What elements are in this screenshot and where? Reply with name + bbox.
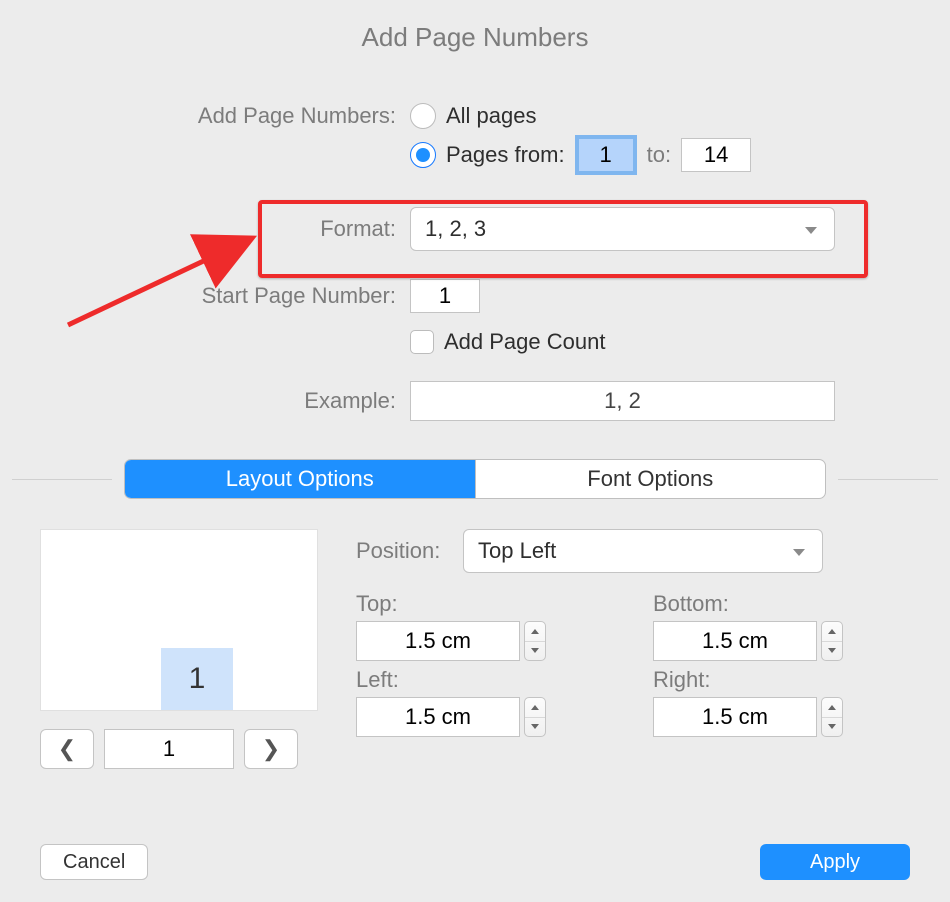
row-add-page-count: Add Page Count xyxy=(0,329,950,355)
stepper-margin-left[interactable] xyxy=(524,697,546,737)
row-scope-pagesfrom: Pages from: to: xyxy=(0,135,950,175)
checkbox-add-page-count[interactable] xyxy=(410,330,434,354)
label-left: Left: xyxy=(356,667,613,693)
chevron-right-icon: ❯ xyxy=(262,736,280,762)
next-page-button[interactable]: ❯ xyxy=(244,729,298,769)
label-start-page: Start Page Number: xyxy=(0,283,410,309)
chevron-left-icon: ❮ xyxy=(58,736,76,762)
input-margin-top[interactable] xyxy=(356,621,520,661)
label-add-page-numbers: Add Page Numbers: xyxy=(0,103,410,129)
label-bottom: Bottom: xyxy=(653,591,910,617)
input-margin-right[interactable] xyxy=(653,697,817,737)
tabs-divider: Layout Options Font Options xyxy=(0,459,950,499)
label-example: Example: xyxy=(0,388,410,414)
stepper-margin-right[interactable] xyxy=(821,697,843,737)
select-position-value: Top Left xyxy=(478,538,556,564)
margin-top-group: Top: xyxy=(356,591,613,661)
preview-page-input[interactable] xyxy=(104,729,234,769)
stepper-margin-bottom[interactable] xyxy=(821,621,843,661)
chevron-down-icon xyxy=(790,542,808,560)
apply-button[interactable]: Apply xyxy=(760,844,910,880)
row-start-page: Start Page Number: xyxy=(0,279,950,313)
label-format: Format: xyxy=(0,216,410,242)
tab-layout-options[interactable]: Layout Options xyxy=(125,460,475,498)
dialog-title: Add Page Numbers xyxy=(0,0,950,53)
prev-page-button[interactable]: ❮ xyxy=(40,729,94,769)
input-margin-bottom[interactable] xyxy=(653,621,817,661)
radio-pages-from[interactable] xyxy=(410,142,436,168)
stepper-margin-top[interactable] xyxy=(524,621,546,661)
row-scope-allpages: Add Page Numbers: All pages xyxy=(0,103,950,129)
segmented-options: Layout Options Font Options xyxy=(124,459,826,499)
label-add-page-count: Add Page Count xyxy=(444,329,605,355)
label-pages-from: Pages from: xyxy=(446,142,565,168)
row-format: Format: 1, 2, 3 xyxy=(0,207,950,251)
radio-all-pages[interactable] xyxy=(410,103,436,129)
button-row: Cancel Apply xyxy=(0,844,950,880)
label-position: Position: xyxy=(356,538,451,564)
margin-bottom-group: Bottom: xyxy=(653,591,910,661)
select-format-value: 1, 2, 3 xyxy=(425,216,486,242)
margin-right-group: Right: xyxy=(653,667,910,737)
label-all-pages: All pages xyxy=(446,103,537,129)
input-page-from[interactable] xyxy=(575,135,637,175)
preview-page-number: 1 xyxy=(161,648,233,710)
tab-font-options[interactable]: Font Options xyxy=(475,460,826,498)
chevron-down-icon xyxy=(802,220,820,238)
cancel-button[interactable]: Cancel xyxy=(40,844,148,880)
input-start-page[interactable] xyxy=(410,279,480,313)
select-format[interactable]: 1, 2, 3 xyxy=(410,207,835,251)
select-position[interactable]: Top Left xyxy=(463,529,823,573)
input-margin-left[interactable] xyxy=(356,697,520,737)
layout-options-panel: 1 ❮ ❯ Position: Top Left Top: xyxy=(0,499,950,769)
label-right: Right: xyxy=(653,667,910,693)
label-top: Top: xyxy=(356,591,613,617)
label-to: to: xyxy=(647,142,671,168)
page-preview: 1 ❮ ❯ xyxy=(40,529,318,769)
preview-page: 1 xyxy=(40,529,318,711)
input-page-to[interactable] xyxy=(681,138,751,172)
row-example: Example: 1, 2 xyxy=(0,381,950,421)
example-box: 1, 2 xyxy=(410,381,835,421)
row-position: Position: Top Left xyxy=(356,529,910,573)
margin-left-group: Left: xyxy=(356,667,613,737)
